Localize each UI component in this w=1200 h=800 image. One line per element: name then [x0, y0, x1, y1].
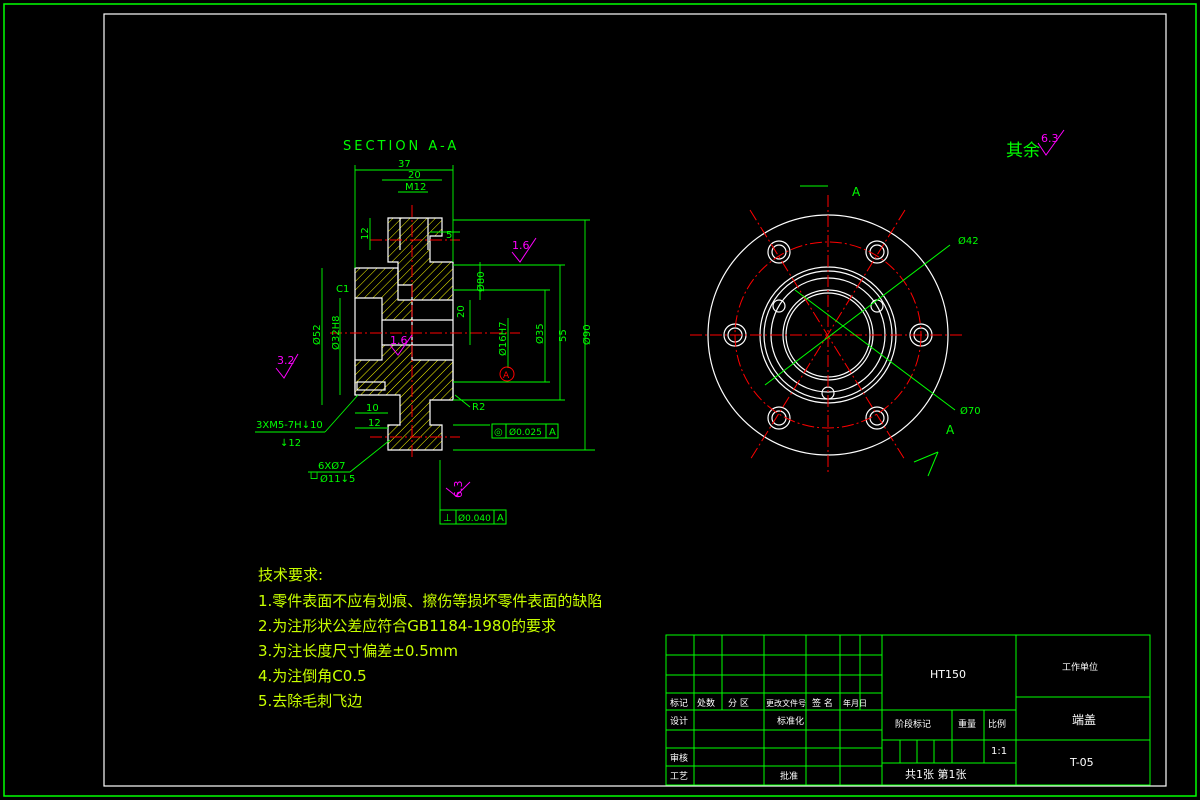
dim-32h8: Ø32H8	[330, 316, 342, 350]
dim-m12: M12	[405, 182, 426, 193]
datum-a-label: A	[503, 371, 510, 381]
dim-90: Ø90	[581, 324, 593, 345]
dim-42: Ø42	[958, 235, 979, 247]
cut-label-top: A	[852, 185, 861, 199]
roughness-63: 6.3	[452, 481, 465, 499]
tech-item-2: 2.为注形状公差应符合GB1184-1980的要求	[258, 617, 556, 635]
holes-note-1: 6XØ7	[318, 460, 345, 472]
tb-sheets: 共1张 第1张	[905, 767, 967, 781]
plan-view: A A Ø42 Ø70	[690, 185, 981, 477]
tech-item-4: 4.为注倒角C0.5	[258, 667, 367, 685]
tol-conc-value: Ø0.025	[509, 427, 542, 438]
outer-frame	[3, 3, 1197, 797]
general-roughness: 其余 6.3	[1006, 129, 1065, 161]
tb-weight: 重量	[958, 718, 976, 730]
tb-scale: 1:1	[991, 746, 1007, 757]
dim-r2: R2	[472, 402, 485, 413]
tb-header-5: 签 名	[812, 697, 833, 709]
tb-row-approve: 批准	[780, 770, 798, 782]
tol-perp-datum: A	[497, 513, 504, 524]
dim-37: 37	[398, 159, 411, 170]
tech-item-3: 3.为注长度尺寸偏差±0.5mm	[258, 642, 458, 660]
tol-conc-datum: A	[549, 427, 556, 438]
tb-stage-mark: 阶段标记	[895, 718, 931, 730]
tb-header-4: 更改文件号	[766, 698, 806, 708]
tech-requirements: 技术要求: 1.零件表面不应有划痕、擦伤等损坏零件表面的缺陷 2.为注形状公差应…	[258, 566, 602, 710]
dim-20: 20	[408, 170, 421, 181]
thread-note-1: 3XM5-7H↓10	[256, 420, 323, 431]
title-block: HT150 工作单位 端盖 T-05 1:1 共1张 第1张 阶段标记 重量 比…	[665, 634, 1151, 786]
datum-a: A	[499, 366, 515, 382]
roughness-16-mid: 1.6	[390, 334, 408, 347]
tol-perp-value: Ø0.040	[458, 513, 491, 524]
tolerance-perpendicular: ⊥ Ø0.040 A	[439, 509, 507, 525]
plan-centerlines	[690, 195, 965, 475]
section-view: SECTION A-A 37 20 M12 12 5 Ø80 20 Ø16H7 …	[255, 139, 595, 525]
tb-row-review: 审核	[670, 752, 688, 764]
tech-title: 技术要求:	[258, 566, 323, 584]
general-roughness-label: 其余	[1006, 141, 1040, 161]
tech-item-1: 1.零件表面不应有划痕、擦伤等损坏零件表面的缺陷	[258, 592, 602, 610]
cut-label-bottom: A	[946, 423, 955, 437]
tb-company: 工作单位	[1062, 661, 1098, 673]
general-roughness-value: 6.3	[1041, 132, 1059, 145]
dim-12-bot: 12	[368, 418, 381, 429]
dim-10: 10	[366, 403, 379, 414]
dim-35: Ø35	[534, 323, 546, 344]
tol-conc-symbol: ◎	[494, 427, 503, 438]
dim-16h7: Ø16H7	[497, 322, 509, 356]
tol-perp-symbol: ⊥	[443, 513, 452, 524]
tb-header-1: 标记	[670, 697, 688, 709]
tb-header-2: 处数	[697, 697, 715, 709]
dim-80: Ø80	[475, 271, 487, 292]
thread-note-2: ↓12	[280, 438, 301, 449]
tb-material: HT150	[930, 668, 966, 681]
tech-item-5: 5.去除毛刺飞边	[258, 692, 362, 710]
tb-part-name: 端盖	[1072, 713, 1096, 727]
roughness-16-top: 1.6	[512, 239, 530, 252]
tolerance-concentric: ◎ Ø0.025 A	[491, 423, 559, 439]
tb-ratio: 比例	[988, 718, 1006, 730]
dim-12-top: 12	[360, 227, 371, 240]
tb-header-3: 分 区	[728, 698, 749, 709]
section-title: SECTION A-A	[343, 139, 459, 154]
dim-20-mid: 20	[456, 305, 467, 318]
dim-c1: C1	[336, 284, 349, 295]
dim-5: 5	[446, 230, 452, 241]
tb-row-design: 设计	[670, 715, 688, 727]
dim-52: Ø52	[311, 324, 323, 345]
tb-drawing-no: T-05	[1069, 756, 1094, 769]
tb-row-process: 工艺	[670, 771, 688, 782]
holes-note-2: └┘Ø11↓5	[308, 472, 355, 485]
tb-row-standard: 标准化	[777, 715, 804, 727]
roughness-32: 3.2	[277, 354, 295, 367]
dim-70: Ø70	[960, 405, 981, 417]
tb-header-6: 年月日	[843, 698, 867, 708]
drawing-canvas: SECTION A-A 37 20 M12 12 5 Ø80 20 Ø16H7 …	[3, 3, 1197, 797]
dim-55: 55	[558, 329, 569, 342]
